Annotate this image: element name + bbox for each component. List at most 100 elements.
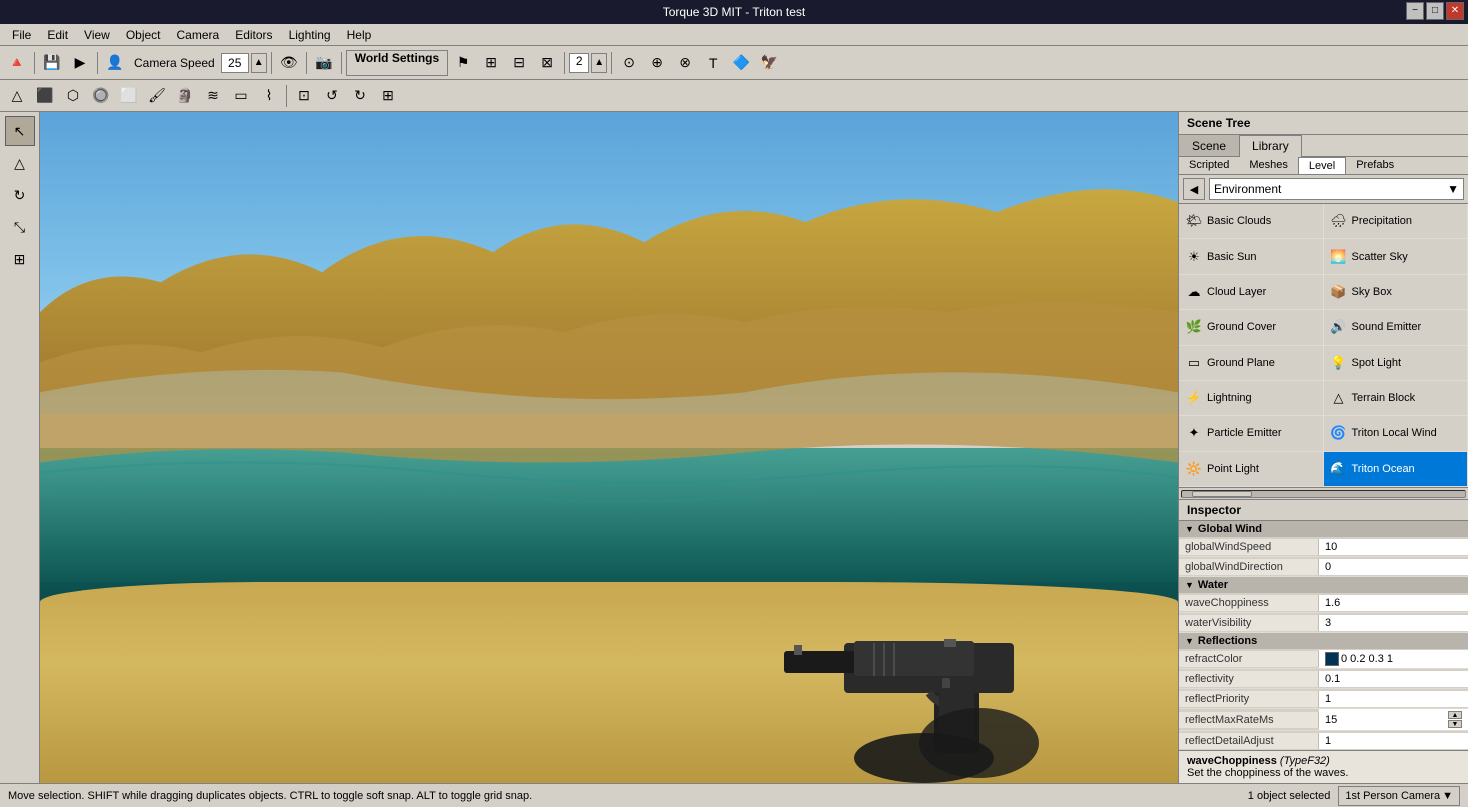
lib-item-point-light[interactable]: 🔆Point Light (1179, 452, 1324, 487)
toolbar-logo[interactable]: 🔺 (4, 50, 30, 76)
toolbar-screenshot[interactable]: 📷 (311, 50, 337, 76)
toolbar-obj1[interactable]: 🔷 (728, 50, 754, 76)
world-settings-button[interactable]: World Settings (346, 50, 448, 76)
menu-view[interactable]: View (76, 26, 118, 44)
close-button[interactable]: ✕ (1446, 2, 1464, 20)
grid-size-btn[interactable]: ▲ (591, 53, 607, 73)
prop-row-globalwindspeed: globalWindSpeed10 (1179, 537, 1468, 557)
prop-group-water[interactable]: ▼Water (1179, 577, 1468, 593)
sub-toolbar-flatten[interactable]: ▭ (228, 83, 254, 109)
prop-value-watervisibility[interactable]: 3 (1319, 615, 1468, 631)
env-back-button[interactable]: ◀ (1183, 178, 1205, 200)
sidebar-scale-tool[interactable]: ⤡ (5, 212, 35, 242)
lib-item-basic-sun[interactable]: ☀Basic Sun (1179, 239, 1324, 274)
tab-prefabs[interactable]: Prefabs (1346, 157, 1404, 174)
minimize-button[interactable]: − (1406, 2, 1424, 20)
sub-toolbar-zoom[interactable]: ⊞ (375, 83, 401, 109)
lib-item-label-triton-ocean: Triton Ocean (1352, 463, 1415, 475)
lib-item-ground-cover[interactable]: 🌿Ground Cover (1179, 310, 1324, 345)
camera-speed-up[interactable]: ▲ (251, 53, 267, 73)
toolbar-snap2[interactable]: ⊠ (534, 50, 560, 76)
sidebar-move-tool[interactable]: △ (5, 148, 35, 178)
tab-library[interactable]: Library (1239, 135, 1302, 157)
lib-item-sky-box[interactable]: 📦Sky Box (1324, 275, 1468, 310)
sub-toolbar-paint[interactable]: 🖌 (144, 83, 170, 109)
environment-dropdown-area: ◀ Environment ▼ (1179, 175, 1468, 204)
maximize-button[interactable]: □ (1426, 2, 1444, 20)
sub-toolbar-undo[interactable]: ↺ (319, 83, 345, 109)
sub-toolbar-selection-box[interactable]: ⊡ (291, 83, 317, 109)
prop-value-reflectivity[interactable]: 0.1 (1319, 671, 1468, 687)
toolbar-transform2[interactable]: ⊕ (644, 50, 670, 76)
color-swatch-refractcolor[interactable] (1325, 652, 1339, 666)
sub-toolbar-smooth[interactable]: ≋ (200, 83, 226, 109)
prop-value-reflectpriority[interactable]: 1 (1319, 691, 1468, 707)
lib-item-terrain-block[interactable]: △Terrain Block (1324, 381, 1468, 416)
toolbar-transform1[interactable]: ⊙ (616, 50, 642, 76)
prop-value-refractcolor[interactable]: 0 0.2 0.3 1 (1319, 650, 1468, 668)
toolbar-text[interactable]: T (700, 50, 726, 76)
menu-help[interactable]: Help (339, 26, 380, 44)
scene-tab-bar: Scene Library (1179, 135, 1468, 157)
lib-item-cloud-layer[interactable]: ☁Cloud Layer (1179, 275, 1324, 310)
sidebar-extra1[interactable]: ⊞ (5, 244, 35, 274)
menu-object[interactable]: Object (118, 26, 169, 44)
toolbar-grid[interactable]: ⊞ (478, 50, 504, 76)
sub-toolbar-select[interactable]: △ (4, 83, 30, 109)
tab-level[interactable]: Level (1298, 157, 1346, 174)
env-dropdown-button[interactable]: Environment ▼ (1209, 178, 1464, 200)
prop-value-wavechoppiness[interactable]: 1.6 (1319, 595, 1468, 611)
lib-item-triton-local-wind[interactable]: 🌀Triton Local Wind (1324, 416, 1468, 451)
scrollbar-thumb[interactable] (1192, 491, 1252, 497)
arrow-up-reflectmaxratems[interactable]: ▲ (1448, 711, 1462, 719)
sub-toolbar-terrain[interactable]: ⬜ (116, 83, 142, 109)
prop-group-reflections[interactable]: ▼Reflections (1179, 633, 1468, 649)
viewport[interactable] (40, 112, 1178, 783)
toolbar-snap1[interactable]: ⊟ (506, 50, 532, 76)
sub-toolbar-scale[interactable]: 🔘 (88, 83, 114, 109)
tab-scripted[interactable]: Scripted (1179, 157, 1239, 174)
library-scrollbar[interactable] (1179, 487, 1468, 499)
sub-toolbar-redo[interactable]: ↻ (347, 83, 373, 109)
menu-file[interactable]: File (4, 26, 39, 44)
lib-item-ground-plane[interactable]: ▭Ground Plane (1179, 346, 1324, 381)
lib-item-particle-emitter[interactable]: ✦Particle Emitter (1179, 416, 1324, 451)
sub-toolbar-noise[interactable]: ⌇ (256, 83, 282, 109)
sub-toolbar-move[interactable]: ⬛ (32, 83, 58, 109)
toolbar-play[interactable]: ▶ (67, 50, 93, 76)
tab-meshes[interactable]: Meshes (1239, 157, 1298, 174)
tab-scene[interactable]: Scene (1179, 135, 1239, 156)
sidebar-rotate-tool[interactable]: ↻ (5, 180, 35, 210)
menu-editors[interactable]: Editors (227, 26, 280, 44)
toolbar-camera-toggle[interactable]: 👁 (276, 50, 302, 76)
toolbar-transform3[interactable]: ⊗ (672, 50, 698, 76)
spinner-reflectmaxratems[interactable]: ▲▼ (1448, 711, 1462, 728)
camera-mode-button[interactable]: 1st Person Camera ▼ (1338, 786, 1460, 806)
prop-value-reflectdetailadjust[interactable]: 1 (1319, 733, 1468, 749)
prop-value-globalwindspeed[interactable]: 10 (1319, 539, 1468, 555)
sidebar-select-tool[interactable]: ↖ (5, 116, 35, 146)
lib-item-sound-emitter[interactable]: 🔊Sound Emitter (1324, 310, 1468, 345)
prop-value-globalwinddirection[interactable]: 0 (1319, 559, 1468, 575)
menu-edit[interactable]: Edit (39, 26, 76, 44)
lib-item-spot-light[interactable]: 💡Spot Light (1324, 346, 1468, 381)
camera-speed-input[interactable] (221, 53, 249, 73)
grid-size-input[interactable]: 2 (569, 53, 589, 73)
sub-toolbar-sculpt[interactable]: 🗿 (172, 83, 198, 109)
lib-item-triton-ocean[interactable]: 🌊Triton Ocean (1324, 452, 1468, 487)
menu-lighting[interactable]: Lighting (281, 26, 339, 44)
sub-toolbar-rotate[interactable]: ⬡ (60, 83, 86, 109)
toolbar-save[interactable]: 💾 (39, 50, 65, 76)
toolbar-obj2[interactable]: 🦅 (756, 50, 782, 76)
lib-item-precipitation[interactable]: 🌧Precipitation (1324, 204, 1468, 239)
lib-item-scatter-sky[interactable]: 🌅Scatter Sky (1324, 239, 1468, 274)
toolbar-person[interactable]: 👤 (102, 50, 128, 76)
scrollbar-track[interactable] (1181, 490, 1466, 498)
lib-item-lightning[interactable]: ⚡Lightning (1179, 381, 1324, 416)
menu-camera[interactable]: Camera (169, 26, 228, 44)
toolbar-flag[interactable]: ⚑ (450, 50, 476, 76)
prop-group-global-wind[interactable]: ▼Global Wind (1179, 521, 1468, 537)
prop-value-reflectmaxratems[interactable]: 15▲▼ (1319, 709, 1468, 730)
lib-item-basic-clouds[interactable]: 🌤Basic Clouds (1179, 204, 1324, 239)
arrow-down-reflectmaxratems[interactable]: ▼ (1448, 720, 1462, 728)
